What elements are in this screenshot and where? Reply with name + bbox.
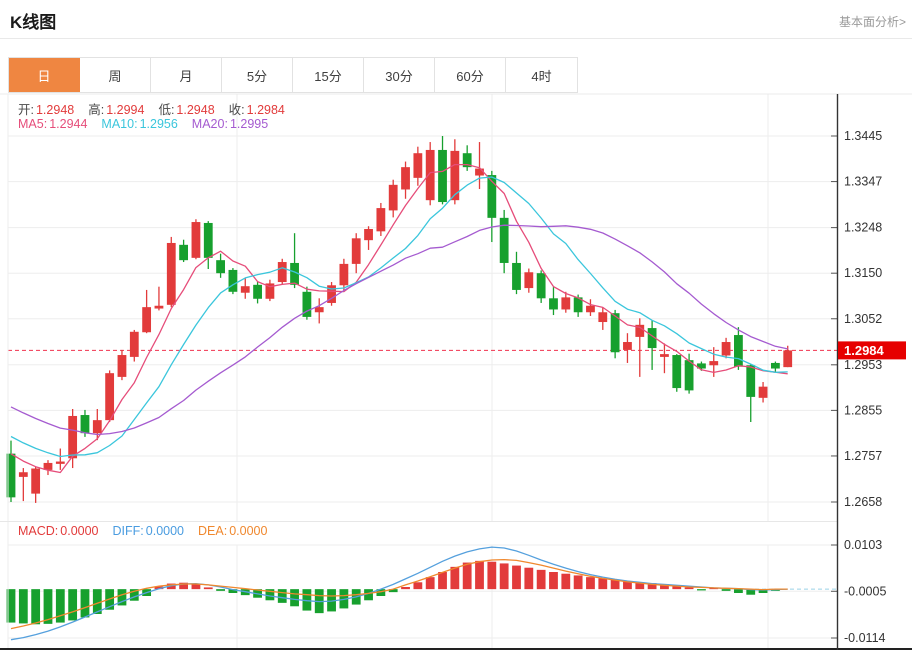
price-axis-label: 1.2658 [844,495,882,509]
ma-readout: MA5:1.2944 MA10:1.2956 MA20:1.2995 [18,117,282,131]
macd-axis-label: -0.0005 [844,584,886,598]
price-axis-label: 1.3052 [844,312,882,326]
price-axis-label: 1.2953 [844,358,882,372]
tab-30分[interactable]: 30分 [364,58,435,92]
tab-4时[interactable]: 4时 [506,58,577,92]
timeframe-tabs: 日周月5分15分30分60分4时 [8,57,578,93]
tab-60分[interactable]: 60分 [435,58,506,92]
dea-value: 0.0000 [229,524,267,538]
candles-layer [7,136,793,503]
price-axis-label: 1.2757 [844,449,882,463]
macd-axis-label: 0.0103 [844,538,882,552]
diff-value: 0.0000 [146,524,184,538]
ma5-label: MA5: [18,117,47,131]
ohlc-readout: 开:1.2948高:1.2994低:1.2948收:1.2984 [18,99,299,118]
tab-15分[interactable]: 15分 [293,58,364,92]
price-axis-label: 1.2855 [844,403,882,417]
low-label: 低: [158,103,174,117]
open-value: 1.2948 [36,103,74,117]
close-label: 收: [229,103,245,117]
ma5-value: 1.2944 [49,117,87,131]
ma10-line [11,177,788,457]
last-price-badge-text: 1.2984 [844,343,885,358]
macd-histogram [7,561,780,624]
high-value: 1.2994 [106,103,144,117]
macd-axis-label: -0.0114 [844,631,886,645]
ma20-value: 1.2995 [230,117,268,131]
ma10-label: MA10: [101,117,137,131]
diff-label: DIFF: [113,524,144,538]
tab-日[interactable]: 日 [9,58,80,92]
price-axis-label: 1.3347 [844,175,882,189]
high-label: 高: [88,103,104,117]
dea-line [11,560,788,629]
dea-label: DEA: [198,524,227,538]
price-axis-label: 1.3248 [844,221,882,235]
macd-label: MACD: [18,524,58,538]
ma20-label: MA20: [192,117,228,131]
open-label: 开: [18,103,34,117]
low-value: 1.2948 [176,103,214,117]
tab-月[interactable]: 月 [151,58,222,92]
tab-5分[interactable]: 5分 [222,58,293,92]
macd-readout: MACD:0.0000DIFF:0.0000DEA:0.0000 [18,524,281,538]
ma10-value: 1.2956 [140,117,178,131]
price-axis-label: 1.3150 [844,266,882,280]
tab-周[interactable]: 周 [80,58,151,92]
macd-value: 0.0000 [60,524,98,538]
price-axis-label: 1.3445 [844,129,882,143]
close-value: 1.2984 [247,103,285,117]
